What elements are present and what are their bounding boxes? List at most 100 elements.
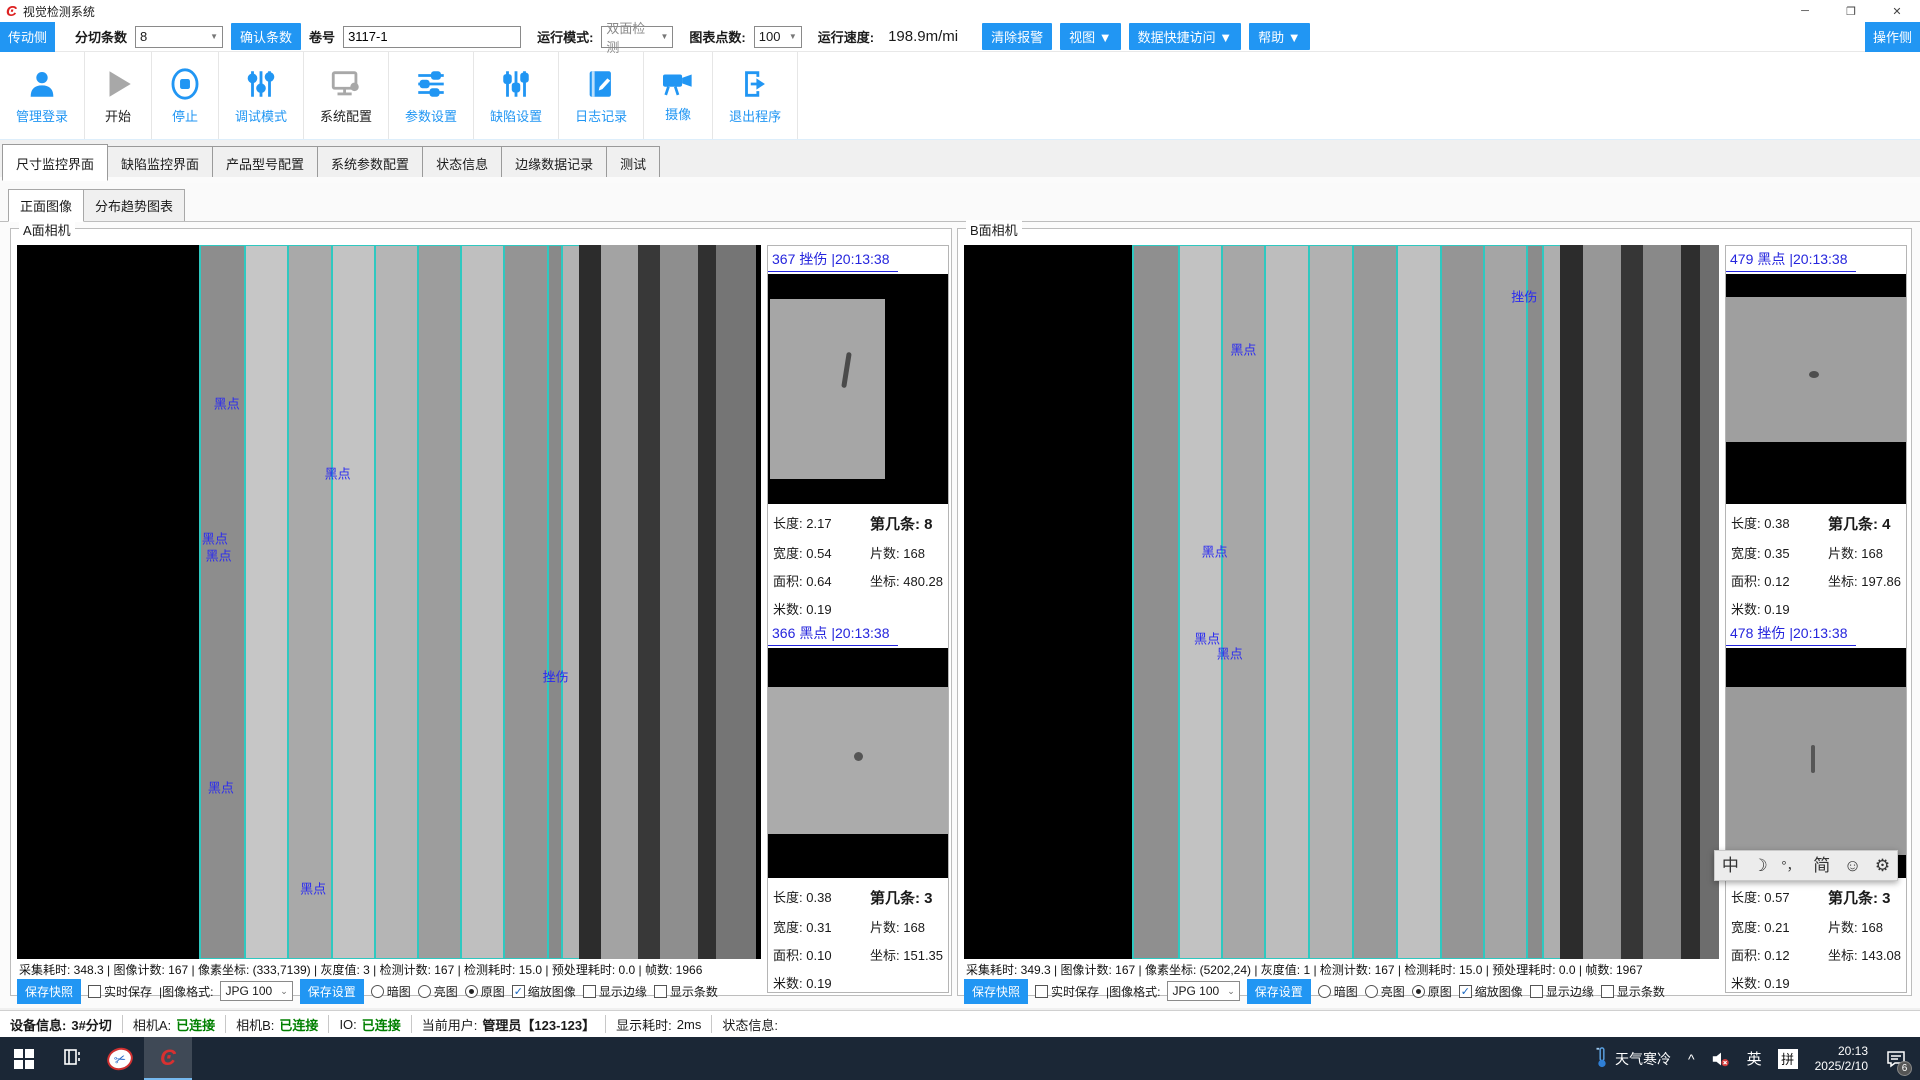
roll-number-input[interactable]	[343, 26, 521, 48]
bright-image-radio[interactable]: 亮图	[418, 983, 458, 1000]
start-button[interactable]: 开始	[85, 52, 152, 139]
help-menu-button[interactable]: 帮助 ▼	[1249, 23, 1309, 50]
dark-image-radio[interactable]: 暗图	[1318, 983, 1358, 1000]
hidden-icons-chevron[interactable]: ^	[1681, 1037, 1702, 1080]
chart-points-label: 图表点数:	[689, 27, 745, 46]
dark-image-radio[interactable]: 暗图	[371, 983, 411, 1000]
camera-strip	[374, 245, 417, 959]
moon-icon[interactable]: ☽	[1752, 857, 1767, 874]
zoom-image-checkbox[interactable]: ✓缩放图像	[1459, 983, 1523, 1000]
image-format-select[interactable]: JPG 100⌄	[220, 981, 292, 1001]
exit-program-button[interactable]: 退出程序	[713, 52, 798, 139]
save-settings-button[interactable]: 保存设置	[1247, 979, 1311, 1004]
camera-strip	[1178, 245, 1221, 959]
realtime-save-checkbox[interactable]: 实时保存	[1035, 983, 1099, 1000]
ime-mode-chinese[interactable]: 中	[1722, 857, 1739, 874]
show-edges-checkbox[interactable]: 显示边缘	[583, 983, 647, 1000]
maximize-button[interactable]: ❐	[1828, 0, 1874, 22]
main-tab[interactable]: 系统参数配置	[317, 146, 423, 180]
save-snapshot-button[interactable]: 保存快照	[17, 979, 81, 1004]
clock[interactable]: 20:13 2025/2/10	[1807, 1044, 1876, 1074]
defect-card-header: 479黑点|20:13:38	[1726, 246, 1856, 272]
defect-card[interactable]: 479黑点|20:13:38 长度: 0.38 第几条: 4 宽度: 0.35 …	[1726, 246, 1906, 618]
operator-side-button[interactable]: 操作侧	[1865, 22, 1920, 52]
defect-card[interactable]: 478挫伤|20:13:38 长度: 0.57 第几条: 3 宽度: 0.21 …	[1726, 620, 1906, 992]
inspection-app-button[interactable]: Ͼ	[144, 1037, 192, 1080]
drive-side-button[interactable]: 传动侧	[0, 22, 55, 52]
defect-card[interactable]: 366黑点|20:13:38 长度: 0.38 第几条: 3 宽度: 0.31 …	[768, 620, 948, 992]
stop-button[interactable]: 停止	[152, 52, 219, 139]
language-indicator[interactable]: 英	[1740, 1037, 1769, 1080]
screenshot-app-button[interactable]: ✂	[96, 1037, 144, 1080]
gear-icon[interactable]: ⚙	[1875, 857, 1890, 874]
main-tab[interactable]: 尺寸监控界面	[2, 144, 108, 181]
main-tab[interactable]: 缺陷监控界面	[107, 146, 213, 180]
weather-tray-item[interactable]: 天气寒冷	[1587, 1046, 1679, 1071]
clear-alarm-button[interactable]: 清除报警	[982, 23, 1052, 50]
show-strip-count-checkbox[interactable]: 显示条数	[1601, 983, 1665, 1000]
view-menu-button[interactable]: 视图 ▼	[1060, 23, 1120, 50]
snapshot-defect-mark	[1809, 371, 1819, 378]
slit-count-select[interactable]: 8 ▼	[135, 26, 223, 48]
show-edges-checkbox[interactable]: 显示边缘	[1530, 983, 1594, 1000]
defect-mark-label: 黑点	[325, 463, 351, 482]
defect-card-header: 367挫伤|20:13:38	[768, 246, 898, 272]
system-config-button[interactable]: 系统配置	[304, 52, 389, 139]
chevron-down-icon: ▼	[783, 32, 797, 41]
video-capture-button[interactable]: 摄像	[644, 52, 713, 139]
save-settings-button[interactable]: 保存设置	[300, 979, 364, 1004]
confirm-count-button[interactable]: 确认条数	[231, 23, 301, 50]
main-tab[interactable]: 状态信息	[422, 146, 502, 180]
realtime-save-checkbox[interactable]: 实时保存	[88, 983, 152, 1000]
minimize-button[interactable]: ─	[1782, 0, 1828, 22]
defect-mark-label: 挫伤	[1511, 286, 1537, 305]
defect-stats: 长度: 2.17 第几条: 8 宽度: 0.54 片数: 168 面积: 0.6…	[768, 504, 948, 618]
notification-center-button[interactable]: 6	[1878, 1037, 1914, 1080]
title-bar: Ͼ 视觉检测系统 ─ ❐ ✕	[0, 0, 1920, 22]
admin-login-button[interactable]: 管理登录	[0, 52, 85, 139]
log-record-button[interactable]: 日志记录	[559, 52, 644, 139]
volume-muted-icon[interactable]	[1704, 1037, 1738, 1080]
camera-strip	[561, 245, 579, 959]
defect-settings-button[interactable]: 缺陷设置	[474, 52, 559, 139]
camera-strip	[1621, 245, 1644, 959]
bright-image-radio[interactable]: 亮图	[1365, 983, 1405, 1000]
run-mode-select[interactable]: 双面检测 ▼	[601, 26, 673, 48]
ime-indicator[interactable]: 拼	[1771, 1037, 1805, 1080]
punctuation-toggle[interactable]: °，	[1781, 859, 1799, 872]
original-image-radio[interactable]: 原图	[465, 983, 505, 1000]
start-button[interactable]	[0, 1037, 48, 1080]
sliders-vertical-icon	[499, 67, 533, 101]
simplified-toggle[interactable]: 简	[1813, 857, 1830, 874]
windows-taskbar: ✂ Ͼ 天气寒冷 ^ 英 拼 20:13 2025/2/10 6	[0, 1037, 1920, 1080]
camera-strip	[1308, 245, 1352, 959]
defect-card[interactable]: 367挫伤|20:13:38 长度: 2.17 第几条: 8 宽度: 0.54 …	[768, 246, 948, 618]
camera-strip	[1560, 245, 1583, 959]
zoom-image-checkbox[interactable]: ✓缩放图像	[512, 983, 576, 1000]
camera-a-image[interactable]: 黑点黑点黑点黑点挫伤黑点黑点	[17, 245, 761, 959]
defect-mark-label: 黑点	[206, 545, 232, 564]
sub-tab[interactable]: 正面图像	[8, 189, 84, 222]
data-quick-access-button[interactable]: 数据快捷访问 ▼	[1129, 23, 1241, 50]
camera-b-title: B面相机	[966, 220, 1022, 239]
debug-mode-button[interactable]: 调试模式	[219, 52, 304, 139]
main-tab[interactable]: 边缘数据记录	[501, 146, 607, 180]
camera-strip	[1542, 245, 1561, 959]
show-strip-count-checkbox[interactable]: 显示条数	[654, 983, 718, 1000]
image-format-select[interactable]: JPG 100⌄	[1167, 981, 1239, 1001]
chart-points-select[interactable]: 100 ▼	[754, 26, 802, 48]
user-icon	[25, 67, 59, 101]
camera-strip	[287, 245, 331, 959]
sub-tab[interactable]: 分布趋势图表	[83, 189, 185, 221]
emoji-icon[interactable]: ☺	[1844, 857, 1861, 874]
camera-b-image[interactable]: 挫伤黑点黑点黑点黑点	[964, 245, 1719, 959]
main-tab[interactable]: 测试	[606, 146, 660, 180]
camera-strip	[1643, 245, 1681, 959]
original-image-radio[interactable]: 原图	[1412, 983, 1452, 1000]
task-view-button[interactable]	[48, 1037, 96, 1080]
param-settings-button[interactable]: 参数设置	[389, 52, 474, 139]
close-button[interactable]: ✕	[1874, 0, 1920, 22]
main-tab[interactable]: 产品型号配置	[212, 146, 318, 180]
windows-logo-icon	[14, 1049, 34, 1069]
save-snapshot-button[interactable]: 保存快照	[964, 979, 1028, 1004]
